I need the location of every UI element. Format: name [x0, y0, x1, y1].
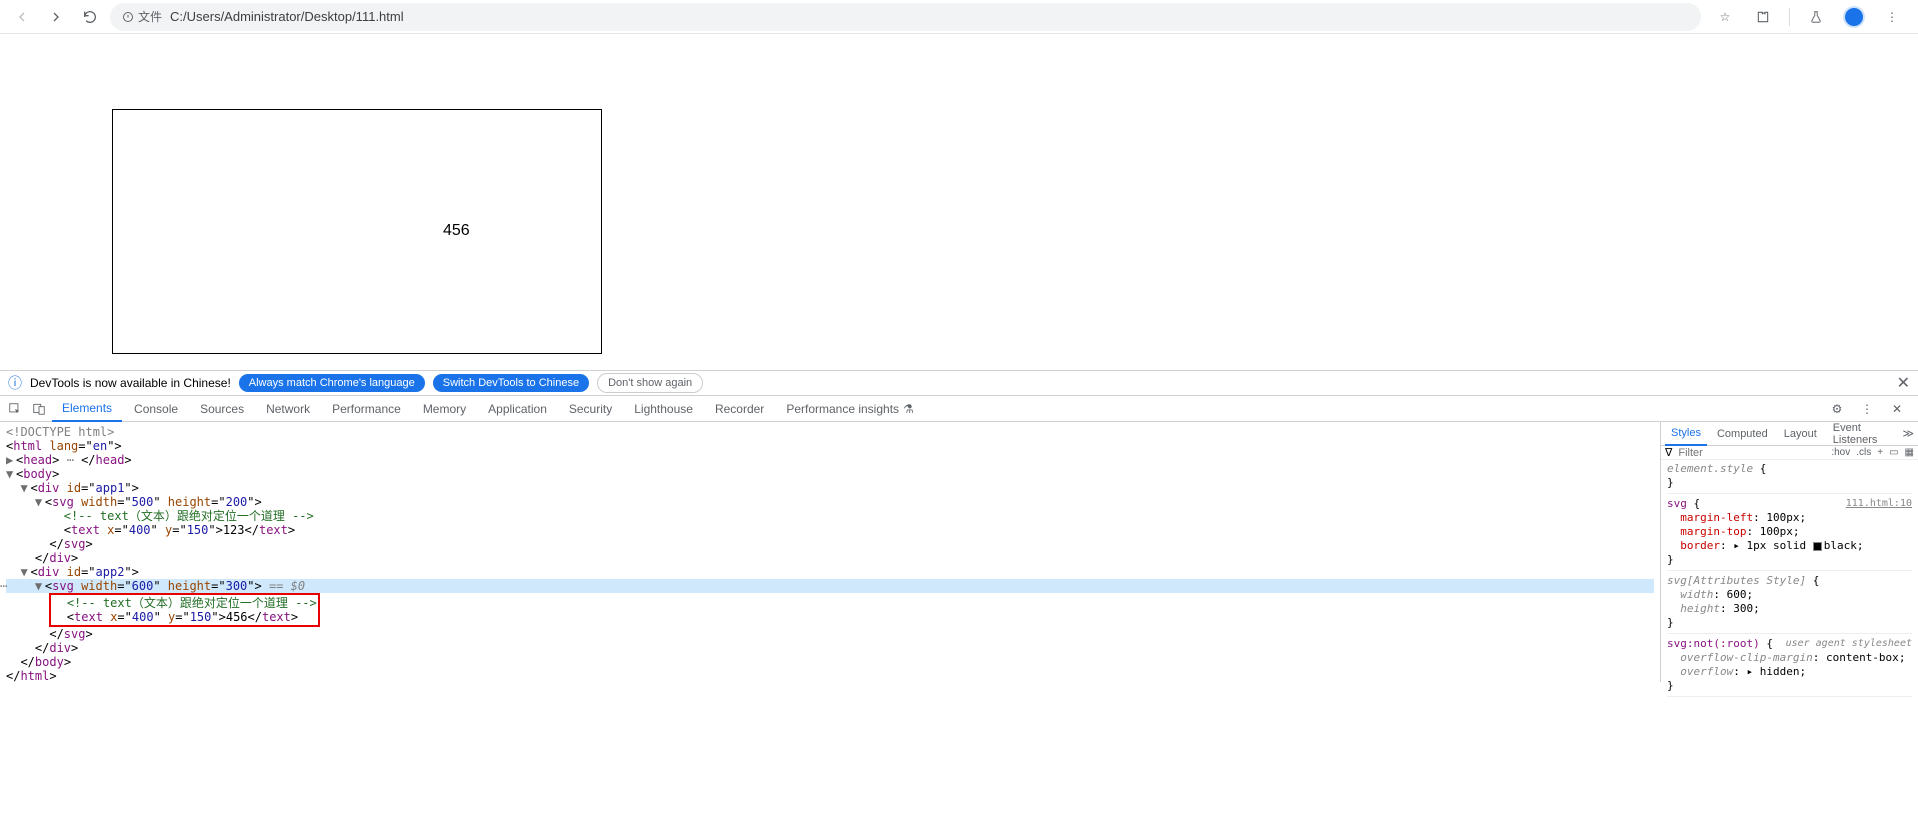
rule-svg: 111.html:10 svg { margin-left: 100px; ma… — [1667, 497, 1912, 571]
page-viewport: 456 — [0, 34, 1918, 370]
devtools-menu-icon[interactable]: ⋮ — [1856, 398, 1878, 420]
browser-toolbar: 文件 C:/Users/Administrator/Desktop/111.ht… — [0, 0, 1918, 34]
inspect-icon[interactable] — [4, 398, 26, 420]
computed-icon[interactable]: ▭ — [1889, 447, 1898, 458]
stab-events[interactable]: Event Listeners — [1827, 422, 1899, 446]
elements-tree[interactable]: <!DOCTYPE html> <html lang="en"> ▶<head>… — [0, 422, 1660, 682]
devtools-tabbar: Elements Console Sources Network Perform… — [0, 396, 1918, 422]
star-icon[interactable]: ☆ — [1713, 5, 1737, 29]
forward-button[interactable] — [42, 3, 70, 31]
tab-console[interactable]: Console — [124, 396, 188, 422]
devtools-close-icon[interactable]: ✕ — [1886, 398, 1908, 420]
stab-computed[interactable]: Computed — [1711, 422, 1774, 446]
stab-styles[interactable]: Styles — [1665, 422, 1707, 446]
hov-toggle[interactable]: :hov — [1831, 447, 1850, 458]
tab-perf-insights[interactable]: Performance insights⚗ — [776, 396, 923, 422]
extensions-icon[interactable] — [1751, 5, 1775, 29]
profile-avatar[interactable] — [1842, 5, 1866, 29]
color-swatch[interactable] — [1813, 542, 1822, 551]
tab-lighthouse[interactable]: Lighthouse — [624, 396, 703, 422]
divider — [1789, 8, 1790, 26]
close-infobar-icon[interactable]: ✕ — [1897, 373, 1910, 393]
tab-elements[interactable]: Elements — [52, 396, 122, 422]
styles-tabs: Styles Computed Layout Event Listeners ≫ — [1661, 422, 1918, 446]
tab-application[interactable]: Application — [478, 396, 557, 422]
stab-layout[interactable]: Layout — [1778, 422, 1823, 446]
rule-svg-ua: user agent stylesheet svg:not(:root) { o… — [1667, 637, 1912, 697]
device-icon[interactable] — [28, 398, 50, 420]
beaker-icon: ⚗ — [903, 402, 914, 416]
back-button[interactable] — [8, 3, 36, 31]
tab-performance[interactable]: Performance — [322, 396, 411, 422]
settings-icon[interactable]: ⚙ — [1826, 398, 1848, 420]
svg-container: 456 — [112, 109, 602, 354]
url-text: C:/Users/Administrator/Desktop/111.html — [170, 9, 404, 24]
styles-panel: Styles Computed Layout Event Listeners ≫… — [1660, 422, 1918, 682]
infobar-message: DevTools is now available in Chinese! — [30, 376, 231, 390]
tab-recorder[interactable]: Recorder — [705, 396, 774, 422]
labs-icon[interactable] — [1804, 5, 1828, 29]
tab-security[interactable]: Security — [559, 396, 622, 422]
devtools-infobar: ⓘ DevTools is now available in Chinese! … — [0, 370, 1918, 396]
filter-icon: ∇ — [1665, 446, 1672, 459]
tab-memory[interactable]: Memory — [413, 396, 476, 422]
browser-menu-icon[interactable]: ⋮ — [1880, 5, 1904, 29]
rule-svg-attr: svg[Attributes Style] { width: 600; heig… — [1667, 574, 1912, 634]
tab-sources[interactable]: Sources — [190, 396, 254, 422]
devtools-panels: <!DOCTYPE html> <html lang="en"> ▶<head>… — [0, 422, 1918, 682]
file-chip: 文件 — [122, 8, 162, 25]
box-model-icon[interactable]: ▦ — [1905, 447, 1914, 458]
styles-filter-input[interactable] — [1678, 447, 1825, 459]
source-link[interactable]: 111.html:10 — [1846, 497, 1912, 511]
file-chip-label: 文件 — [138, 8, 162, 25]
highlighted-box: <!-- text（文本）跟绝对定位一个道理 --> <text x="400"… — [49, 593, 319, 627]
selected-element[interactable]: ⋯ ▼<svg width="600" height="300"> == $0 — [6, 579, 1654, 593]
tab-network[interactable]: Network — [256, 396, 320, 422]
browser-right-icons: ☆ ⋮ — [1707, 5, 1910, 29]
dont-show-button[interactable]: Don't show again — [597, 373, 703, 393]
address-bar[interactable]: 文件 C:/Users/Administrator/Desktop/111.ht… — [110, 3, 1701, 31]
styles-filter-row: ∇ :hov .cls + ▭ ▦ — [1661, 446, 1918, 460]
styles-rules[interactable]: element.style {} 111.html:10 svg { margi… — [1661, 460, 1918, 702]
element-style-block: element.style {} — [1667, 462, 1912, 494]
info-icon: ⓘ — [8, 373, 22, 393]
reload-button[interactable] — [76, 3, 104, 31]
new-rule-icon[interactable]: + — [1877, 447, 1883, 458]
doctype: <!DOCTYPE html> — [6, 425, 114, 439]
switch-language-button[interactable]: Switch DevTools to Chinese — [433, 374, 589, 392]
match-language-button[interactable]: Always match Chrome's language — [239, 374, 425, 392]
styles-tabs-more-icon[interactable]: ≫ — [1902, 427, 1914, 440]
cls-toggle[interactable]: .cls — [1856, 447, 1871, 458]
